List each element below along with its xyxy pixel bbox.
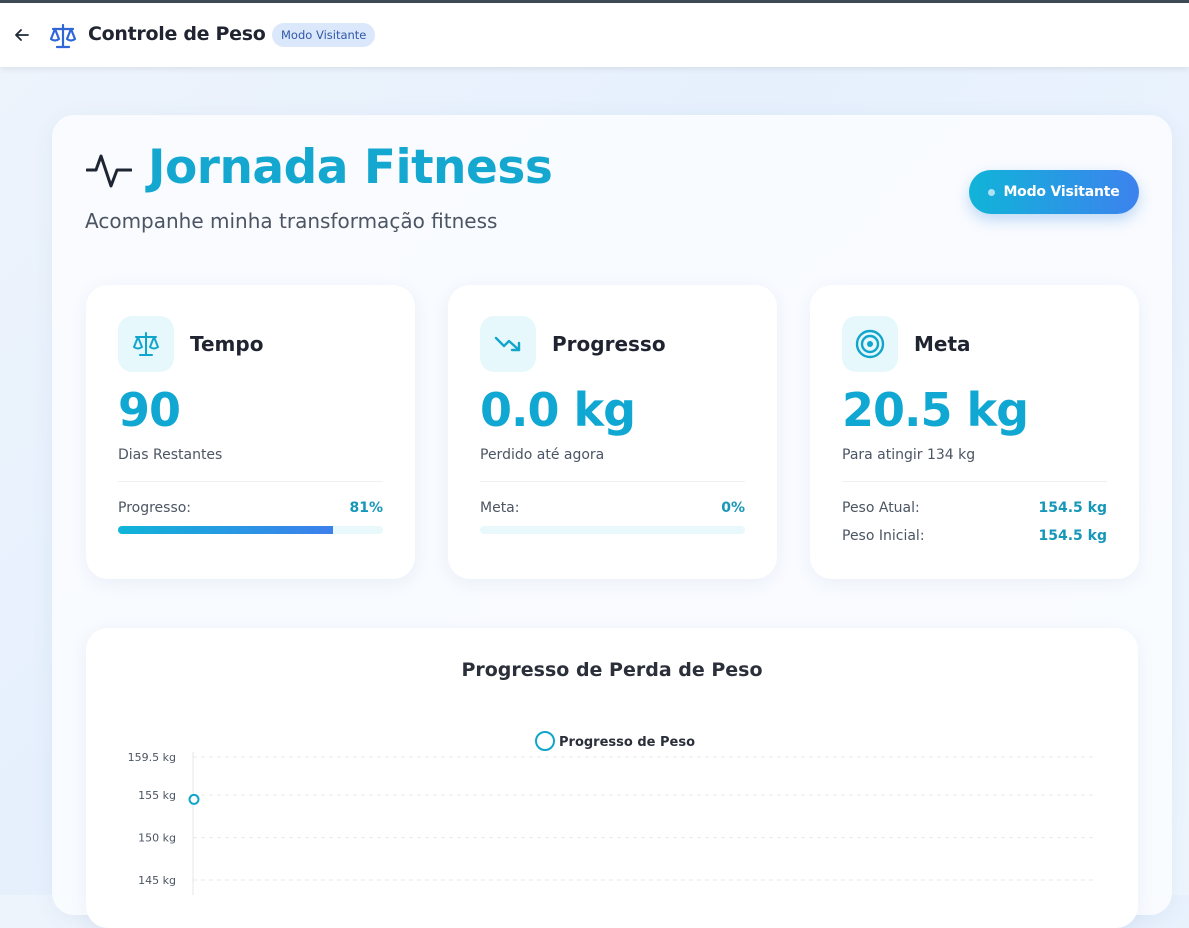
chart-title: Progresso de Perda de Peso <box>461 659 763 681</box>
progress-stat-card: Progresso 0.0 kg Perdido até agora Meta:… <box>448 285 777 579</box>
target-icon <box>855 329 885 359</box>
y-tick-label: 145 kg <box>138 874 176 887</box>
top-navigation-bar: Controle de Peso Modo Visitante <box>0 3 1189 67</box>
scale-icon <box>133 332 159 356</box>
scale-icon <box>49 23 77 49</box>
page-subtitle: Acompanhe minha transformação fitness <box>85 209 498 233</box>
weight-lost-caption: Perdido até agora <box>480 447 605 463</box>
activity-pulse-icon <box>86 154 132 188</box>
weight-to-lose-value: 20.5 kg <box>842 383 1029 437</box>
time-stat-title: Tempo <box>190 332 264 356</box>
weight-line-chart: Progresso de Peso 159.5 kg 155 kg 150 kg 145… <box>128 731 1096 895</box>
card-divider <box>480 481 745 482</box>
card-divider <box>842 481 1107 482</box>
goal-label: Meta: <box>480 500 520 516</box>
time-icon-box <box>118 316 174 372</box>
current-weight-value: 154.5 kg <box>1038 500 1108 516</box>
progress-label: Progresso: <box>118 500 192 516</box>
days-remaining-value: 90 <box>118 383 181 437</box>
progress-icon-box <box>480 316 536 372</box>
days-remaining-caption: Dias Restantes <box>118 447 223 463</box>
goal-progress-bar <box>480 526 745 534</box>
goal-icon-box <box>842 316 898 372</box>
visitor-mode-button-label: Modo Visitante <box>1003 184 1120 200</box>
y-tick-label: 155 kg <box>138 789 176 802</box>
time-stat-card: Tempo 90 Dias Restantes Progresso: 81% <box>86 285 415 579</box>
app-title: Controle de Peso <box>88 23 266 45</box>
status-dot-icon <box>988 188 996 196</box>
goal-percent: 0% <box>721 500 745 516</box>
legend-marker <box>535 731 555 751</box>
goal-stat-card: Meta 20.5 kg Para atingir 134 kg Peso At… <box>810 285 1139 579</box>
card-divider <box>118 481 383 482</box>
target-weight-caption: Para atingir 134 kg <box>842 447 976 463</box>
weight-lost-value: 0.0 kg <box>480 383 636 437</box>
progress-percent: 81% <box>349 500 383 516</box>
page-title: Jornada Fitness <box>148 140 553 195</box>
time-progress-bar <box>118 526 383 534</box>
initial-weight-value: 154.5 kg <box>1038 528 1108 544</box>
legend-label: Progresso de Peso <box>559 735 695 750</box>
data-point <box>188 793 200 805</box>
progress-stat-title: Progresso <box>552 332 666 356</box>
initial-weight-label: Peso Inicial: <box>842 528 925 544</box>
visitor-mode-badge: Modo Visitante <box>272 23 376 47</box>
trending-down-icon <box>494 336 521 352</box>
visitor-mode-button[interactable]: Modo Visitante <box>969 170 1139 214</box>
back-arrow-icon[interactable] <box>12 25 32 45</box>
goal-stat-title: Meta <box>914 332 971 356</box>
current-weight-label: Peso Atual: <box>842 500 920 516</box>
y-tick-label: 159.5 kg <box>128 751 176 764</box>
time-progress-fill <box>118 526 333 534</box>
y-tick-label: 150 kg <box>138 832 176 845</box>
